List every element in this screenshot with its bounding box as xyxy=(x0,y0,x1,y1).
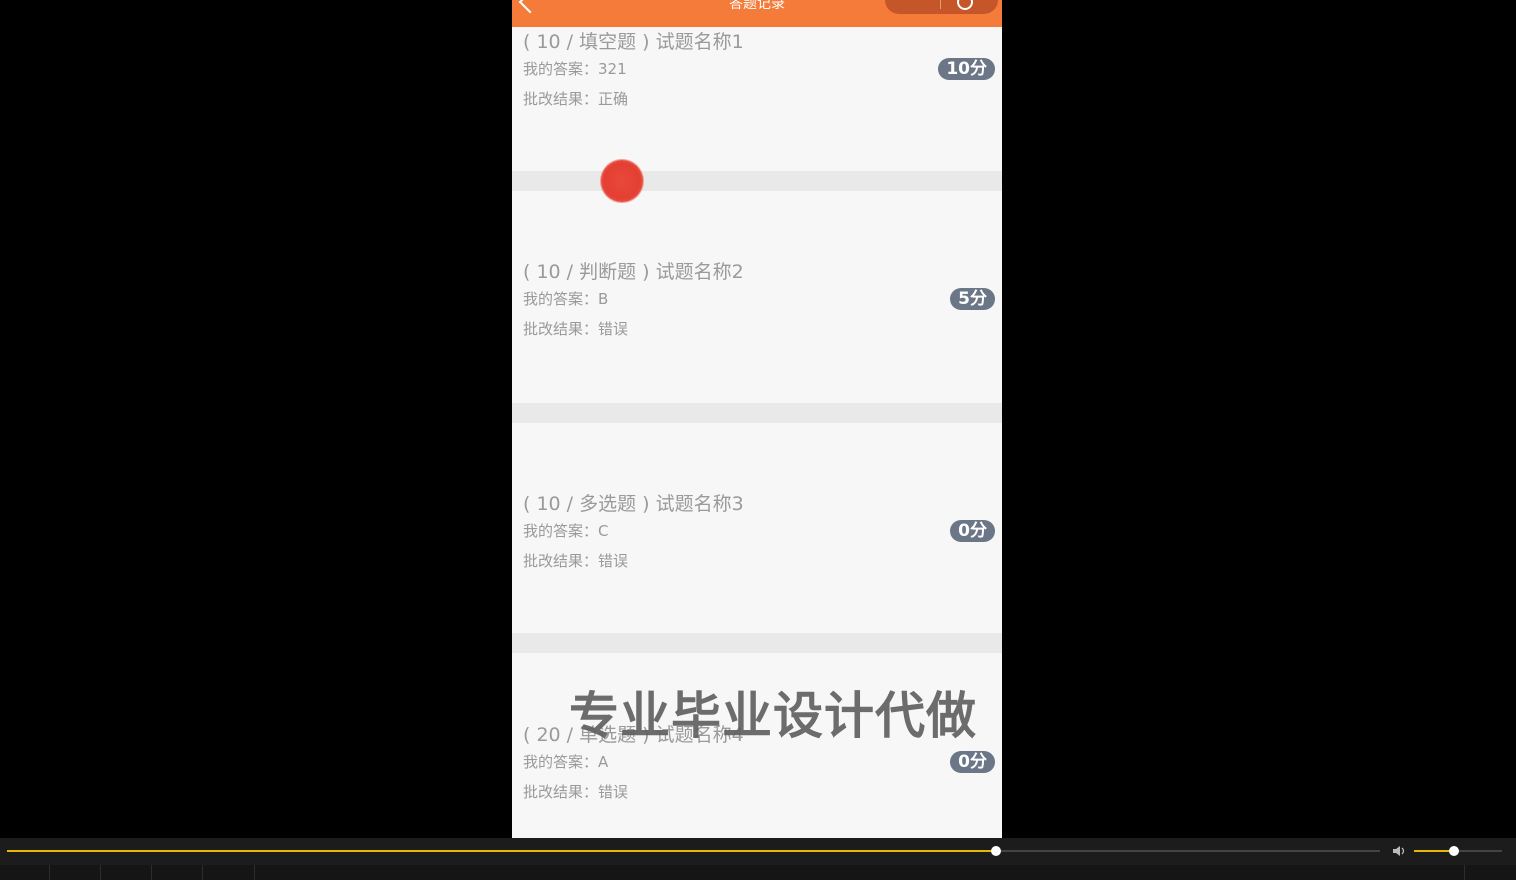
my-answer: 我的答案：B xyxy=(523,290,609,308)
question-card[interactable]: ( 10 / 多选题 ) 试题名称3 我的答案：C 批改结果：错误 0分 xyxy=(512,423,1002,633)
card-separator xyxy=(512,633,1002,653)
control-button[interactable] xyxy=(203,865,255,880)
grading-result: 批改结果：错误 xyxy=(523,552,629,570)
grading-result: 批改结果：正确 xyxy=(523,90,629,108)
card-separator xyxy=(512,403,1002,423)
question-card[interactable]: ( 10 / 判断题 ) 试题名称2 我的答案：B 批改结果：错误 5分 xyxy=(512,191,1002,403)
control-button[interactable] xyxy=(50,865,101,880)
touch-indicator xyxy=(601,160,643,202)
progress-handle[interactable] xyxy=(990,846,1001,856)
question-title: ( 10 / 判断题 ) 试题名称2 xyxy=(523,261,744,283)
volume-handle[interactable] xyxy=(1448,846,1459,856)
score-badge: 10分 xyxy=(938,58,995,80)
grading-result: 批改结果：错误 xyxy=(523,783,629,801)
watermark-overlay: 专业毕业设计代做 xyxy=(569,687,977,745)
question-card[interactable]: ( 10 / 填空题 ) 试题名称1 我的答案：321 批改结果：正确 10分 xyxy=(512,27,1002,171)
volume-icon[interactable] xyxy=(1392,845,1408,857)
grading-result: 批改结果：错误 xyxy=(523,320,629,338)
volume-fill xyxy=(1414,850,1454,852)
my-answer: 我的答案：C xyxy=(523,522,609,540)
volume-slider[interactable] xyxy=(1414,846,1502,856)
header-action-pill[interactable] xyxy=(885,0,998,14)
phone-screen: 答题记录 ( 10 / 填空题 ) 试题名称1 我的答案：321 批改结果：正确… xyxy=(512,0,1002,838)
circle-icon[interactable] xyxy=(957,0,973,10)
control-button[interactable] xyxy=(0,865,50,880)
pill-divider xyxy=(940,0,941,9)
score-badge: 0分 xyxy=(950,751,995,773)
my-answer: 我的答案：A xyxy=(523,753,609,771)
control-button[interactable] xyxy=(1464,865,1516,880)
card-separator xyxy=(512,171,1002,191)
question-title: ( 10 / 多选题 ) 试题名称3 xyxy=(523,493,744,515)
score-badge: 5分 xyxy=(950,288,995,310)
control-button-strip xyxy=(0,865,1516,880)
progress-fill xyxy=(7,850,996,852)
player-controls xyxy=(0,838,1516,880)
score-badge: 0分 xyxy=(950,520,995,542)
control-button[interactable] xyxy=(101,865,152,880)
progress-bar[interactable] xyxy=(7,846,1380,856)
app-header: 答题记录 xyxy=(512,0,1002,27)
question-title: ( 10 / 填空题 ) 试题名称1 xyxy=(523,31,744,53)
my-answer: 我的答案：321 xyxy=(523,60,627,78)
control-button[interactable] xyxy=(152,865,203,880)
